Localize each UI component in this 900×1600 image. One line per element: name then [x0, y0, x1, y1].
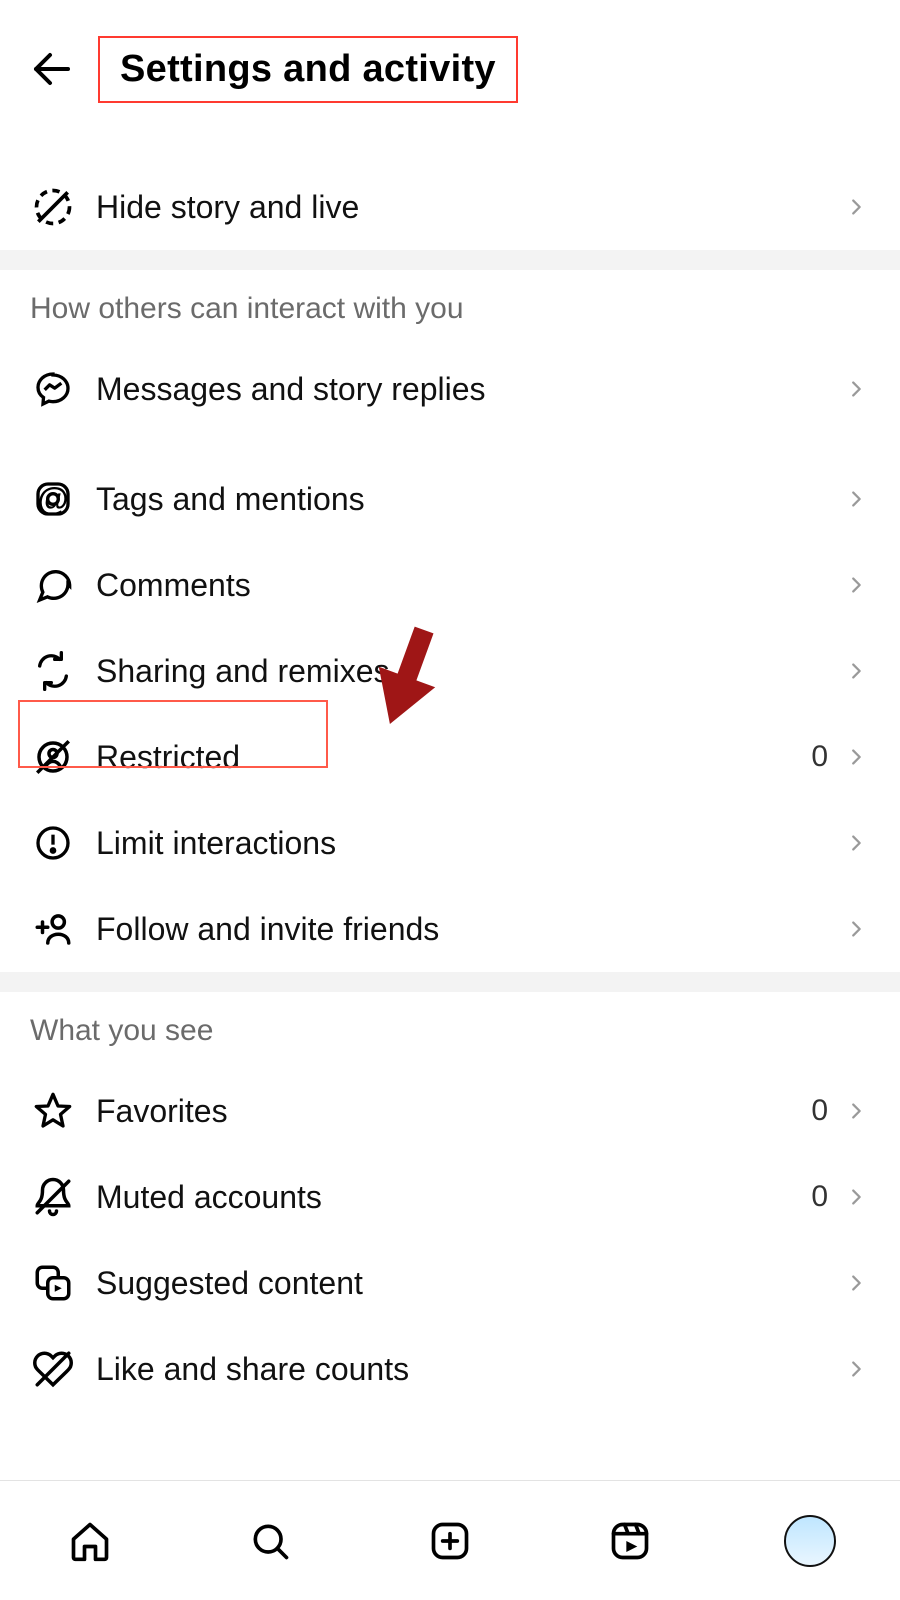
- star-icon: [30, 1088, 76, 1134]
- row-label: Muted accounts: [96, 1179, 811, 1216]
- row-label: Messages and story replies: [96, 371, 842, 408]
- row-label: Tags and mentions: [96, 481, 842, 518]
- row-invite[interactable]: Follow and invite friends: [0, 886, 900, 972]
- row-sharing[interactable]: Sharing and remixes: [0, 628, 900, 714]
- reels-icon: [608, 1519, 652, 1563]
- row-tags[interactable]: @ Tags and mentions: [0, 456, 900, 542]
- remix-icon: [30, 648, 76, 694]
- arrow-left-icon: [28, 45, 76, 93]
- comment-icon: [30, 562, 76, 608]
- nav-profile[interactable]: [780, 1511, 840, 1571]
- home-icon: [68, 1519, 112, 1563]
- section-divider: [0, 972, 900, 992]
- like-share-icon: [30, 1346, 76, 1392]
- row-label: Like and share counts: [96, 1351, 842, 1388]
- row-restricted[interactable]: Restricted 0: [0, 714, 900, 800]
- suggested-icon: [30, 1260, 76, 1306]
- row-label: Suggested content: [96, 1265, 842, 1302]
- bottom-nav: [0, 1480, 900, 1600]
- chevron-right-icon: [842, 1269, 870, 1297]
- chevron-right-icon: [842, 829, 870, 857]
- row-count: 0: [811, 1180, 828, 1214]
- chevron-right-icon: [842, 193, 870, 221]
- row-label: Follow and invite friends: [96, 911, 842, 948]
- muted-icon: [30, 1174, 76, 1220]
- row-like-share[interactable]: Like and share counts: [0, 1326, 900, 1412]
- row-label: Limit interactions: [96, 825, 842, 862]
- row-comments[interactable]: Comments: [0, 542, 900, 628]
- row-messages[interactable]: Messages and story replies: [0, 346, 900, 432]
- row-muted[interactable]: Muted accounts 0: [0, 1154, 900, 1240]
- nav-search[interactable]: [240, 1511, 300, 1571]
- chevron-right-icon: [842, 1097, 870, 1125]
- page-title: Settings and activity: [120, 48, 496, 91]
- row-favorites[interactable]: Favorites 0: [0, 1068, 900, 1154]
- row-count: 0: [811, 1094, 828, 1128]
- back-button[interactable]: [24, 41, 80, 97]
- section-divider: [0, 250, 900, 270]
- row-label: Sharing and remixes: [96, 653, 842, 690]
- restricted-icon: [30, 734, 76, 780]
- row-count: 0: [811, 740, 828, 774]
- nav-home[interactable]: [60, 1511, 120, 1571]
- row-label: Favorites: [96, 1093, 811, 1130]
- row-limit[interactable]: Limit interactions: [0, 800, 900, 886]
- chevron-right-icon: [842, 1355, 870, 1383]
- section-header-whatyousee: What you see: [0, 992, 900, 1068]
- row-label: Comments: [96, 567, 842, 604]
- chevron-right-icon: [842, 915, 870, 943]
- hide-story-icon: [30, 184, 76, 230]
- search-icon: [248, 1519, 292, 1563]
- section-header-interact: How others can interact with you: [0, 270, 900, 346]
- chevron-right-icon: [842, 571, 870, 599]
- header: Settings and activity: [0, 0, 900, 138]
- nav-reels[interactable]: [600, 1511, 660, 1571]
- title-highlight-box: Settings and activity: [98, 36, 518, 103]
- plus-square-icon: [428, 1519, 472, 1563]
- avatar-icon: [784, 1515, 836, 1567]
- limit-icon: [30, 820, 76, 866]
- row-label: Restricted: [96, 739, 811, 776]
- nav-create[interactable]: [420, 1511, 480, 1571]
- at-icon: @: [30, 476, 76, 522]
- row-hide-story[interactable]: Hide story and live: [0, 164, 900, 250]
- chevron-right-icon: [842, 657, 870, 685]
- messenger-icon: [30, 366, 76, 412]
- row-suggested[interactable]: Suggested content: [0, 1240, 900, 1326]
- invite-icon: [30, 906, 76, 952]
- chevron-right-icon: [842, 485, 870, 513]
- chevron-right-icon: [842, 743, 870, 771]
- chevron-right-icon: [842, 1183, 870, 1211]
- chevron-right-icon: [842, 375, 870, 403]
- row-label: Hide story and live: [96, 189, 842, 226]
